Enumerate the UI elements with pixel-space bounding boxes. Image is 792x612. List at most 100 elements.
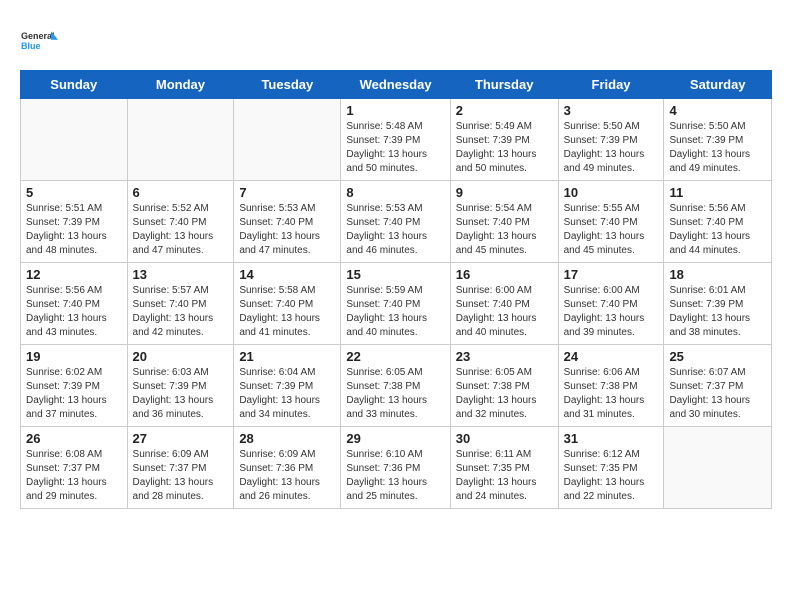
calendar-cell: 26 Sunrise: 6:08 AM Sunset: 7:37 PM Dayli…: [21, 427, 128, 509]
calendar-cell: [234, 99, 341, 181]
day-info: Sunrise: 5:53 AM Sunset: 7:40 PM Dayligh…: [239, 202, 335, 258]
day-number: 8: [346, 185, 444, 200]
day-number: 27: [133, 431, 229, 446]
day-number: 9: [456, 185, 553, 200]
day-number: 4: [669, 103, 766, 118]
day-number: 6: [133, 185, 229, 200]
calendar-cell: [127, 99, 234, 181]
day-number: 26: [26, 431, 122, 446]
day-info: Sunrise: 5:50 AM Sunset: 7:39 PM Dayligh…: [669, 120, 766, 176]
day-number: 31: [564, 431, 659, 446]
day-number: 2: [456, 103, 553, 118]
day-number: 22: [346, 349, 444, 364]
weekday-header-friday: Friday: [558, 71, 664, 99]
day-info: Sunrise: 5:56 AM Sunset: 7:40 PM Dayligh…: [26, 284, 122, 340]
day-number: 5: [26, 185, 122, 200]
day-info: Sunrise: 6:04 AM Sunset: 7:39 PM Dayligh…: [239, 366, 335, 422]
calendar-cell: 25 Sunrise: 6:07 AM Sunset: 7:37 PM Dayli…: [664, 345, 772, 427]
calendar-cell: 31 Sunrise: 6:12 AM Sunset: 7:35 PM Dayli…: [558, 427, 664, 509]
weekday-header-row: SundayMondayTuesdayWednesdayThursdayFrid…: [21, 71, 772, 99]
day-info: Sunrise: 5:56 AM Sunset: 7:40 PM Dayligh…: [669, 202, 766, 258]
week-row-2: 5 Sunrise: 5:51 AM Sunset: 7:39 PM Daylig…: [21, 181, 772, 263]
day-info: Sunrise: 6:05 AM Sunset: 7:38 PM Dayligh…: [456, 366, 553, 422]
day-info: Sunrise: 6:06 AM Sunset: 7:38 PM Dayligh…: [564, 366, 659, 422]
calendar-table: SundayMondayTuesdayWednesdayThursdayFrid…: [20, 70, 772, 509]
calendar-cell: 30Sunrise: 6:11 AM Sunset: 7:35 PM Dayli…: [450, 427, 558, 509]
calendar-cell: 21 Sunrise: 6:04 AM Sunset: 7:39 PM Dayli…: [234, 345, 341, 427]
weekday-header-tuesday: Tuesday: [234, 71, 341, 99]
day-info: Sunrise: 5:49 AM Sunset: 7:39 PM Dayligh…: [456, 120, 553, 176]
day-number: 7: [239, 185, 335, 200]
day-info: Sunrise: 5:54 AM Sunset: 7:40 PM Dayligh…: [456, 202, 553, 258]
day-number: 29: [346, 431, 444, 446]
calendar-cell: [21, 99, 128, 181]
day-info: Sunrise: 6:12 AM Sunset: 7:35 PM Dayligh…: [564, 448, 659, 504]
calendar-cell: 2 Sunrise: 5:49 AM Sunset: 7:39 PM Daylig…: [450, 99, 558, 181]
week-row-3: 12 Sunrise: 5:56 AM Sunset: 7:40 PM Dayli…: [21, 263, 772, 345]
calendar-cell: 1Sunrise: 5:48 AM Sunset: 7:39 PM Daylig…: [341, 99, 450, 181]
week-row-1: 1Sunrise: 5:48 AM Sunset: 7:39 PM Daylig…: [21, 99, 772, 181]
day-number: 19: [26, 349, 122, 364]
calendar-cell: 4 Sunrise: 5:50 AM Sunset: 7:39 PM Daylig…: [664, 99, 772, 181]
day-number: 14: [239, 267, 335, 282]
day-info: Sunrise: 5:48 AM Sunset: 7:39 PM Dayligh…: [346, 120, 444, 176]
logo: GeneralBlue: [20, 20, 64, 60]
day-info: Sunrise: 6:05 AM Sunset: 7:38 PM Dayligh…: [346, 366, 444, 422]
day-info: Sunrise: 5:58 AM Sunset: 7:40 PM Dayligh…: [239, 284, 335, 340]
day-number: 28: [239, 431, 335, 446]
calendar-cell: 5 Sunrise: 5:51 AM Sunset: 7:39 PM Daylig…: [21, 181, 128, 263]
calendar-cell: 29 Sunrise: 6:10 AM Sunset: 7:36 PM Dayli…: [341, 427, 450, 509]
calendar-body: 1Sunrise: 5:48 AM Sunset: 7:39 PM Daylig…: [21, 99, 772, 509]
day-info: Sunrise: 6:00 AM Sunset: 7:40 PM Dayligh…: [564, 284, 659, 340]
day-info: Sunrise: 5:55 AM Sunset: 7:40 PM Dayligh…: [564, 202, 659, 258]
calendar-cell: 13Sunrise: 5:57 AM Sunset: 7:40 PM Dayli…: [127, 263, 234, 345]
calendar-cell: 7 Sunrise: 5:53 AM Sunset: 7:40 PM Daylig…: [234, 181, 341, 263]
day-info: Sunrise: 6:08 AM Sunset: 7:37 PM Dayligh…: [26, 448, 122, 504]
calendar-cell: 11 Sunrise: 5:56 AM Sunset: 7:40 PM Dayli…: [664, 181, 772, 263]
day-number: 21: [239, 349, 335, 364]
day-number: 12: [26, 267, 122, 282]
calendar-cell: 6 Sunrise: 5:52 AM Sunset: 7:40 PM Daylig…: [127, 181, 234, 263]
day-number: 16: [456, 267, 553, 282]
day-info: Sunrise: 6:01 AM Sunset: 7:39 PM Dayligh…: [669, 284, 766, 340]
day-number: 20: [133, 349, 229, 364]
day-info: Sunrise: 6:07 AM Sunset: 7:37 PM Dayligh…: [669, 366, 766, 422]
day-number: 18: [669, 267, 766, 282]
day-info: Sunrise: 6:00 AM Sunset: 7:40 PM Dayligh…: [456, 284, 553, 340]
calendar-cell: 14 Sunrise: 5:58 AM Sunset: 7:40 PM Dayli…: [234, 263, 341, 345]
day-number: 17: [564, 267, 659, 282]
day-info: Sunrise: 6:09 AM Sunset: 7:37 PM Dayligh…: [133, 448, 229, 504]
weekday-header-saturday: Saturday: [664, 71, 772, 99]
calendar-cell: 28 Sunrise: 6:09 AM Sunset: 7:36 PM Dayli…: [234, 427, 341, 509]
calendar-cell: 17 Sunrise: 6:00 AM Sunset: 7:40 PM Dayli…: [558, 263, 664, 345]
day-info: Sunrise: 5:52 AM Sunset: 7:40 PM Dayligh…: [133, 202, 229, 258]
logo-icon: GeneralBlue: [20, 20, 60, 60]
calendar-cell: 9 Sunrise: 5:54 AM Sunset: 7:40 PM Daylig…: [450, 181, 558, 263]
weekday-header-monday: Monday: [127, 71, 234, 99]
day-info: Sunrise: 6:09 AM Sunset: 7:36 PM Dayligh…: [239, 448, 335, 504]
day-info: Sunrise: 5:59 AM Sunset: 7:40 PM Dayligh…: [346, 284, 444, 340]
calendar-cell: 19Sunrise: 6:02 AM Sunset: 7:39 PM Dayli…: [21, 345, 128, 427]
weekday-header-sunday: Sunday: [21, 71, 128, 99]
day-info: Sunrise: 6:11 AM Sunset: 7:35 PM Dayligh…: [456, 448, 553, 504]
weekday-header-wednesday: Wednesday: [341, 71, 450, 99]
calendar-cell: 12 Sunrise: 5:56 AM Sunset: 7:40 PM Dayli…: [21, 263, 128, 345]
calendar-cell: 22 Sunrise: 6:05 AM Sunset: 7:38 PM Dayli…: [341, 345, 450, 427]
day-number: 15: [346, 267, 444, 282]
calendar-header: SundayMondayTuesdayWednesdayThursdayFrid…: [21, 71, 772, 99]
page-header: GeneralBlue: [20, 20, 772, 60]
calendar-cell: 15 Sunrise: 5:59 AM Sunset: 7:40 PM Dayli…: [341, 263, 450, 345]
day-number: 3: [564, 103, 659, 118]
day-number: 25: [669, 349, 766, 364]
day-info: Sunrise: 5:51 AM Sunset: 7:39 PM Dayligh…: [26, 202, 122, 258]
day-number: 11: [669, 185, 766, 200]
day-number: 24: [564, 349, 659, 364]
day-info: Sunrise: 6:10 AM Sunset: 7:36 PM Dayligh…: [346, 448, 444, 504]
calendar-cell: 20 Sunrise: 6:03 AM Sunset: 7:39 PM Dayli…: [127, 345, 234, 427]
day-info: Sunrise: 5:50 AM Sunset: 7:39 PM Dayligh…: [564, 120, 659, 176]
day-info: Sunrise: 6:03 AM Sunset: 7:39 PM Dayligh…: [133, 366, 229, 422]
calendar-cell: 24 Sunrise: 6:06 AM Sunset: 7:38 PM Dayli…: [558, 345, 664, 427]
calendar-cell: 16 Sunrise: 6:00 AM Sunset: 7:40 PM Dayli…: [450, 263, 558, 345]
weekday-header-thursday: Thursday: [450, 71, 558, 99]
calendar-cell: 23Sunrise: 6:05 AM Sunset: 7:38 PM Dayli…: [450, 345, 558, 427]
